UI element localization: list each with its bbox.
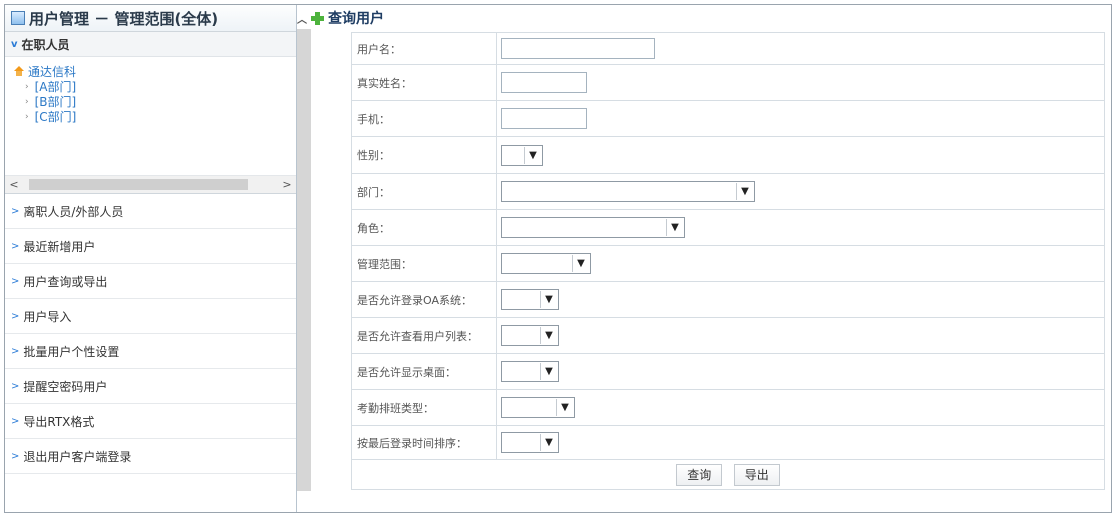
section-recent-new-users[interactable]: > 最近新增用户 (5, 229, 296, 264)
allow-show-desktop-select[interactable]: ▼ (501, 361, 559, 382)
role-select[interactable]: ▼ (501, 217, 685, 238)
splitter-bar[interactable] (297, 29, 311, 491)
section-user-import[interactable]: > 用户导入 (5, 299, 296, 334)
allow-show-desktop-label: 是否允许显示桌面： (351, 353, 497, 390)
mobile-label: 手机： (351, 100, 497, 137)
manage-scope-label: 管理范围： (351, 245, 497, 282)
left-panel-title: 用户管理 － 管理范围(全体) (5, 5, 296, 32)
manage-scope-select[interactable]: ▼ (501, 253, 591, 274)
section-label: 批量用户个性设置 (23, 344, 120, 359)
allow-oa-login-select[interactable]: ▼ (501, 289, 559, 310)
chevron-down-icon: ▼ (556, 399, 573, 416)
section-resigned-external[interactable]: > 离职人员/外部人员 (5, 194, 296, 229)
button-row: 查询 导出 (351, 459, 1105, 490)
left-panel: 用户管理 － 管理范围(全体) v 在职人员 通达信科 › [A部门] › [B… (5, 5, 297, 512)
chevron-down-icon: ▼ (540, 291, 557, 308)
home-icon (13, 66, 25, 76)
chevron-right-icon: > (11, 240, 20, 252)
tree-root-company[interactable]: 通达信科 (13, 63, 296, 79)
gender-label: 性别： (351, 136, 497, 174)
attendance-type-select[interactable]: ▼ (501, 397, 575, 418)
chevron-right-icon: > (11, 450, 20, 462)
scroll-thumb[interactable] (29, 179, 248, 190)
tree-node-dept-b[interactable]: › [B部门] (13, 94, 296, 109)
section-empty-password-reminder[interactable]: > 提醒空密码用户 (5, 369, 296, 404)
chevron-down-icon: ▼ (524, 146, 541, 164)
chevron-right-icon: > (11, 205, 20, 217)
gender-select[interactable]: ▼ (501, 144, 543, 166)
tree-node-dept-c[interactable]: › [C部门] (13, 109, 296, 124)
chevron-right-icon: > (11, 310, 20, 322)
chevron-right-icon: > (11, 380, 20, 392)
chevron-down-icon: v (11, 38, 18, 50)
username-label: 用户名： (351, 32, 497, 65)
section-export-rtx[interactable]: > 导出RTX格式 (5, 404, 296, 439)
section-label: 退出用户客户端登录 (23, 449, 132, 464)
tree-node-label: [C部门] (34, 110, 77, 124)
section-label: 提醒空密码用户 (23, 379, 108, 394)
allow-view-user-list-label: 是否允许查看用户列表： (351, 317, 497, 354)
allow-oa-login-label: 是否允许登录OA系统： (351, 281, 497, 318)
tree-horizontal-scrollbar[interactable]: < > (5, 175, 296, 194)
section-label: 导出RTX格式 (23, 414, 95, 429)
chevron-down-icon: ▼ (540, 363, 557, 380)
plus-icon (311, 11, 324, 25)
section-logout-client[interactable]: > 退出用户客户端登录 (5, 439, 296, 474)
dept-select[interactable]: ▼ (501, 181, 755, 202)
tree-node-dept-a[interactable]: › [A部门] (13, 79, 296, 94)
allow-view-user-list-select[interactable]: ▼ (501, 325, 559, 346)
attendance-type-label: 考勤排班类型： (351, 389, 497, 426)
chevron-down-icon: ▼ (572, 255, 589, 272)
export-button[interactable]: 导出 (733, 463, 780, 486)
chevron-down-icon: ▼ (540, 434, 557, 451)
chevron-down-icon: ▼ (736, 183, 753, 200)
section-batch-personal-settings[interactable]: > 批量用户个性设置 (5, 334, 296, 369)
section-user-query-export[interactable]: > 用户查询或导出 (5, 264, 296, 299)
window-frame: 用户管理 － 管理范围(全体) v 在职人员 通达信科 › [A部门] › [B… (4, 4, 1112, 513)
real-name-input[interactable] (501, 72, 587, 93)
section-label: 最近新增用户 (23, 239, 96, 254)
scroll-right-icon[interactable]: > (278, 178, 296, 191)
query-button[interactable]: 查询 (676, 463, 723, 486)
dept-label: 部门： (351, 173, 497, 210)
left-title-text: 用户管理 － 管理范围(全体) (29, 9, 219, 28)
section-label: 用户导入 (23, 309, 72, 324)
role-label: 角色： (351, 209, 497, 246)
chevron-down-icon: ▼ (666, 219, 683, 236)
scroll-left-icon[interactable]: < (5, 178, 23, 191)
user-manage-icon (11, 11, 25, 25)
sort-last-login-select[interactable]: ▼ (501, 432, 559, 453)
right-panel: ︿ 查询用户 用户名： 真实姓名： 手机： 性别： ▼ 部门： ▼ 角色： ▼ … (297, 5, 1111, 512)
real-name-label: 真实姓名： (351, 64, 497, 101)
section-label: 离职人员/外部人员 (23, 204, 124, 219)
query-form: 用户名： 真实姓名： 手机： 性别： ▼ 部门： ▼ 角色： ▼ 管理范围： ▼… (351, 32, 1105, 490)
tree-root-label: 通达信科 (28, 64, 77, 79)
query-header: ︿ 查询用户 (297, 5, 1111, 31)
section-label: 用户查询或导出 (23, 274, 108, 289)
chevron-right-icon: > (11, 345, 20, 357)
username-input[interactable] (501, 38, 655, 59)
chevron-right-icon: > (11, 275, 20, 287)
tree-arrow-icon: › (25, 81, 29, 92)
chevron-right-icon: > (11, 415, 20, 427)
section-active-staff[interactable]: v 在职人员 (5, 32, 296, 57)
dept-tree: 通达信科 › [A部门] › [B部门] › [C部门] (5, 57, 296, 173)
splitter-band[interactable] (297, 5, 311, 512)
sort-last-login-label: 按最后登录时间排序： (351, 425, 497, 460)
section-active-staff-label: 在职人员 (21, 37, 70, 52)
collapse-up-icon[interactable]: ︿ (297, 11, 307, 26)
query-title: 查询用户 (328, 11, 384, 27)
chevron-down-icon: ▼ (540, 327, 557, 344)
tree-arrow-icon: › (25, 111, 29, 122)
tree-arrow-icon: › (25, 96, 29, 107)
mobile-input[interactable] (501, 108, 587, 129)
